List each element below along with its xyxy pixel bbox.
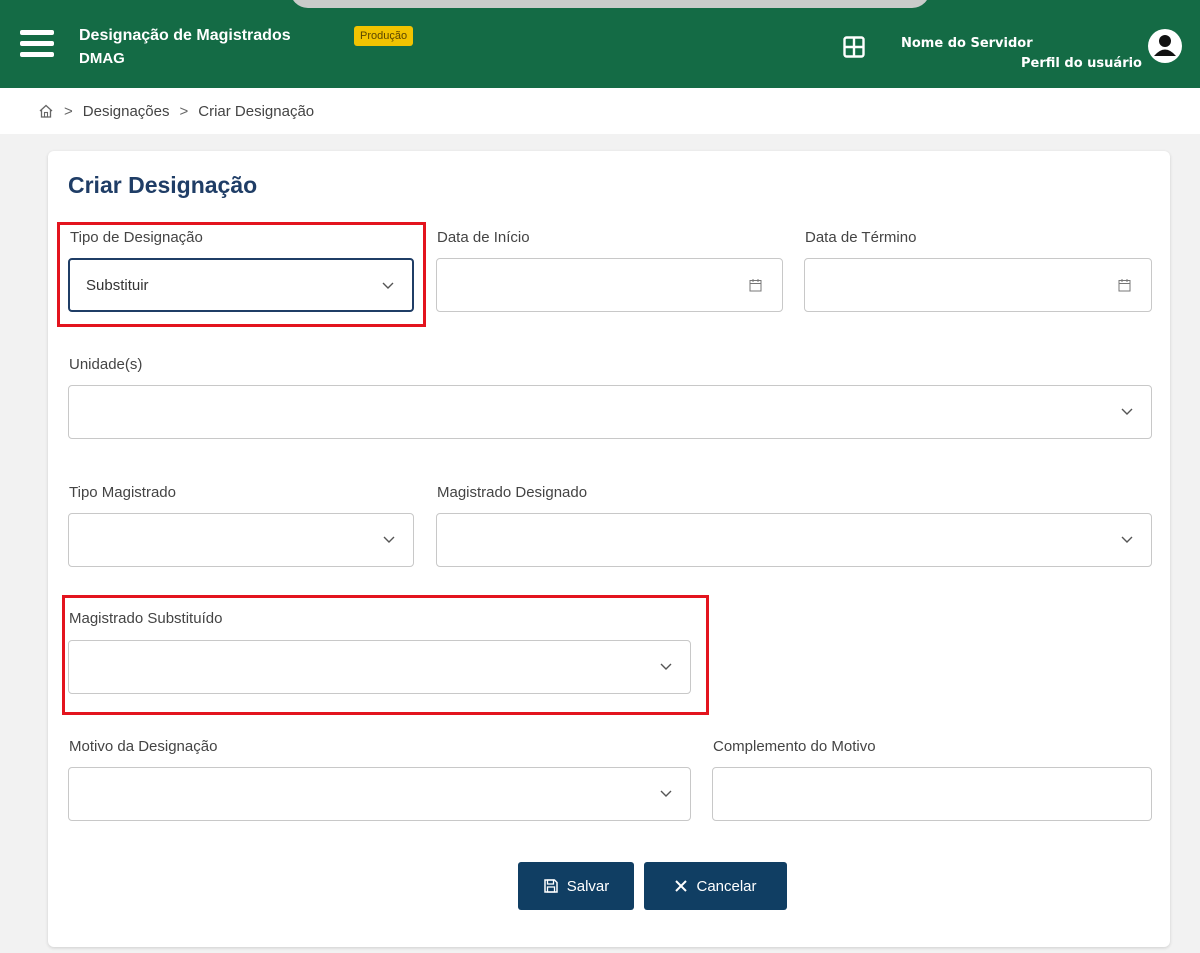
breadcrumb-separator-icon: > — [64, 102, 73, 120]
browser-shade — [290, 0, 930, 8]
calendar-icon[interactable] — [1118, 278, 1131, 292]
complemento-input[interactable] — [712, 767, 1152, 821]
calendar-icon[interactable] — [749, 278, 762, 292]
apps-grid-icon[interactable] — [843, 36, 865, 58]
data-inicio-label: Data de Início — [437, 229, 530, 246]
user-name: Nome do Servidor — [901, 36, 1033, 51]
close-icon — [675, 880, 688, 892]
chevron-down-icon — [660, 790, 672, 797]
save-button-label: Salvar — [566, 877, 610, 895]
tipo-magistrado-select[interactable] — [68, 513, 414, 567]
chevron-down-icon — [382, 282, 394, 289]
environment-badge: Produção — [354, 26, 414, 46]
breadcrumb-current: Criar Designação — [198, 102, 315, 120]
chevron-down-icon — [383, 536, 395, 543]
chevron-down-icon — [1121, 408, 1133, 415]
page-title: Criar Designação — [68, 172, 258, 198]
data-inicio-input[interactable] — [436, 258, 783, 312]
breadcrumb: > Designações > Criar Designação — [0, 88, 1200, 134]
save-icon — [543, 879, 558, 893]
magistrado-substituido-label: Magistrado Substituído — [69, 610, 223, 627]
menu-icon[interactable] — [20, 28, 54, 60]
complemento-label: Complemento do Motivo — [713, 738, 876, 755]
breadcrumb-separator-icon: > — [179, 102, 189, 120]
chevron-down-icon — [660, 663, 672, 670]
user-profile: Perfil do usuário — [1021, 56, 1142, 71]
save-button[interactable]: Salvar — [518, 862, 634, 910]
magistrado-designado-select[interactable] — [436, 513, 1152, 567]
data-termino-label: Data de Término — [805, 229, 917, 246]
home-icon[interactable] — [38, 103, 54, 119]
app-short-name: DMAG — [79, 50, 125, 67]
tipo-magistrado-label: Tipo Magistrado — [69, 484, 176, 501]
magistrado-designado-label: Magistrado Designado — [437, 484, 588, 501]
data-termino-input[interactable] — [804, 258, 1152, 312]
unidades-select[interactable] — [68, 385, 1152, 439]
tipo-designacao-select[interactable]: Substituir — [68, 258, 414, 312]
tipo-designacao-label: Tipo de Designação — [70, 229, 203, 246]
magistrado-substituido-select[interactable] — [68, 640, 691, 694]
app-title: Designação de Magistrados — [79, 27, 291, 44]
cancel-button[interactable]: Cancelar — [644, 862, 787, 910]
motivo-label: Motivo da Designação — [69, 738, 218, 755]
chevron-down-icon — [1121, 536, 1133, 543]
user-avatar-icon[interactable] — [1148, 29, 1182, 63]
unidades-label: Unidade(s) — [69, 356, 143, 373]
motivo-select[interactable] — [68, 767, 691, 821]
top-bar: Designação de Magistrados Produção DMAG … — [0, 0, 1200, 88]
tipo-designacao-value: Substituir — [86, 277, 149, 294]
cancel-button-label: Cancelar — [696, 877, 757, 895]
breadcrumb-designacoes[interactable]: Designações — [83, 103, 170, 120]
